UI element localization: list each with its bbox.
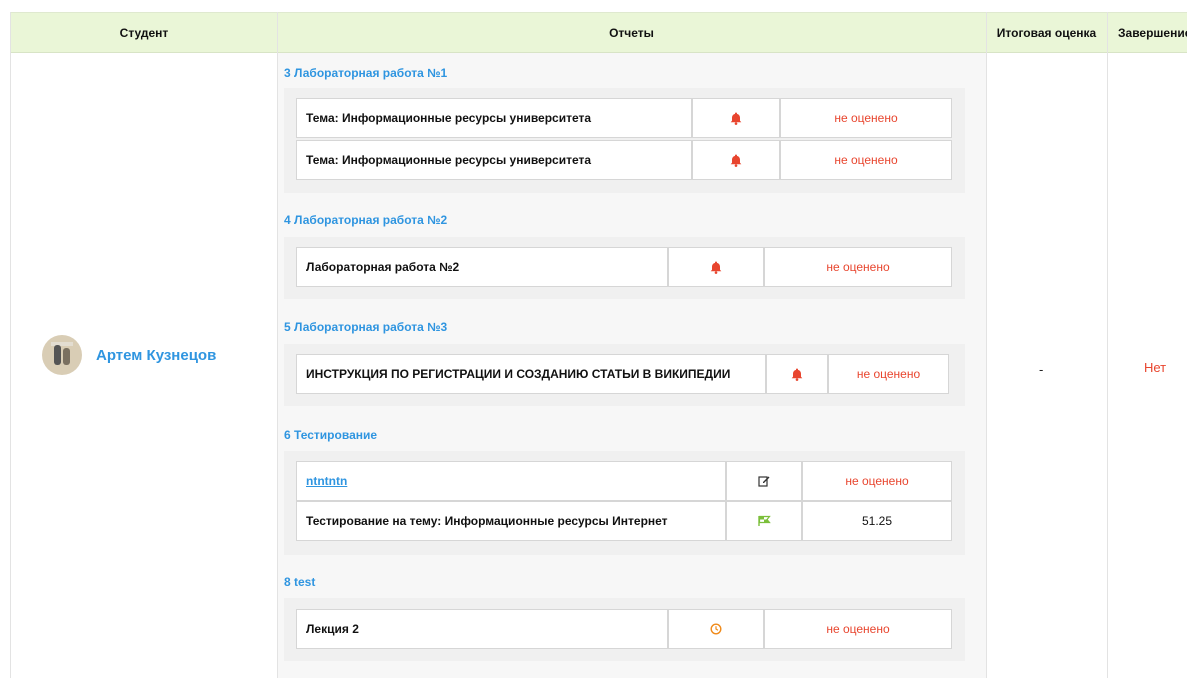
- section-box: ntntntn не оценено Тестирование на тему:…: [284, 451, 965, 555]
- section-title[interactable]: 3 Лабораторная работа №1: [284, 66, 447, 80]
- bell-icon[interactable]: [668, 247, 764, 287]
- report-link[interactable]: ntntntn: [306, 474, 347, 488]
- section-title[interactable]: 4 Лабораторная работа №2: [284, 213, 447, 227]
- section-title[interactable]: 6 Тестирование: [284, 428, 377, 442]
- bell-icon[interactable]: [766, 354, 828, 394]
- report-name: Тема: Информационные ресурсы университет…: [296, 140, 692, 180]
- column-header-student-label: Студент: [119, 25, 169, 40]
- grade-status: не оценено: [764, 247, 952, 287]
- column-header-final-grade: Итоговая оценка: [986, 12, 1107, 53]
- report-name: ИНСТРУКЦИЯ ПО РЕГИСТРАЦИИ И СОЗДАНИЮ СТА…: [296, 354, 766, 394]
- bell-icon[interactable]: [692, 98, 780, 138]
- section-box: Лекция 2 не оценено: [284, 598, 965, 661]
- clock-icon[interactable]: [668, 609, 764, 649]
- grade-status: не оценено: [802, 461, 952, 501]
- report-name: Тема: Информационные ресурсы университет…: [296, 98, 692, 138]
- grade-status: не оценено: [828, 354, 949, 394]
- column-header-reports-label: Отчеты: [609, 25, 654, 40]
- column-divider: [277, 12, 278, 678]
- column-divider: [986, 12, 987, 678]
- report-name: Лекция 2: [296, 609, 668, 649]
- section-box: Лабораторная работа №2 не оценено: [284, 237, 965, 299]
- bell-icon[interactable]: [692, 140, 780, 180]
- section-title[interactable]: 8 test: [284, 575, 315, 589]
- grade-status: не оценено: [780, 140, 952, 180]
- grade-status: не оценено: [780, 98, 952, 138]
- column-header-final-grade-label: Итоговая оценка: [996, 25, 1097, 40]
- edit-icon[interactable]: [726, 461, 802, 501]
- column-header-completion-label: Завершение: [1118, 25, 1187, 40]
- student-name-link[interactable]: Артем Кузнецов: [96, 347, 216, 364]
- section-box: ИНСТРУКЦИЯ ПО РЕГИСТРАЦИИ И СОЗДАНИЮ СТА…: [284, 344, 965, 406]
- grade-value: 51.25: [802, 501, 952, 541]
- report-name: ntntntn: [296, 461, 726, 501]
- avatar[interactable]: [42, 335, 82, 375]
- report-name: Тестирование на тему: Информационные рес…: [296, 501, 726, 541]
- completion-status: Нет: [1144, 360, 1167, 375]
- final-grade-value: -: [1039, 362, 1044, 377]
- column-header-student: Студент: [11, 12, 277, 53]
- student-cell: Артем Кузнецов: [42, 335, 216, 375]
- column-header-completion: Завершение: [1107, 12, 1187, 53]
- section-title[interactable]: 5 Лабораторная работа №3: [284, 320, 447, 334]
- column-header-reports: Отчеты: [277, 12, 986, 53]
- column-divider: [1107, 12, 1108, 678]
- flag-icon[interactable]: [726, 501, 802, 541]
- grade-status: не оценено: [764, 609, 952, 649]
- section-box: Тема: Информационные ресурсы университет…: [284, 88, 965, 193]
- report-name: Лабораторная работа №2: [296, 247, 668, 287]
